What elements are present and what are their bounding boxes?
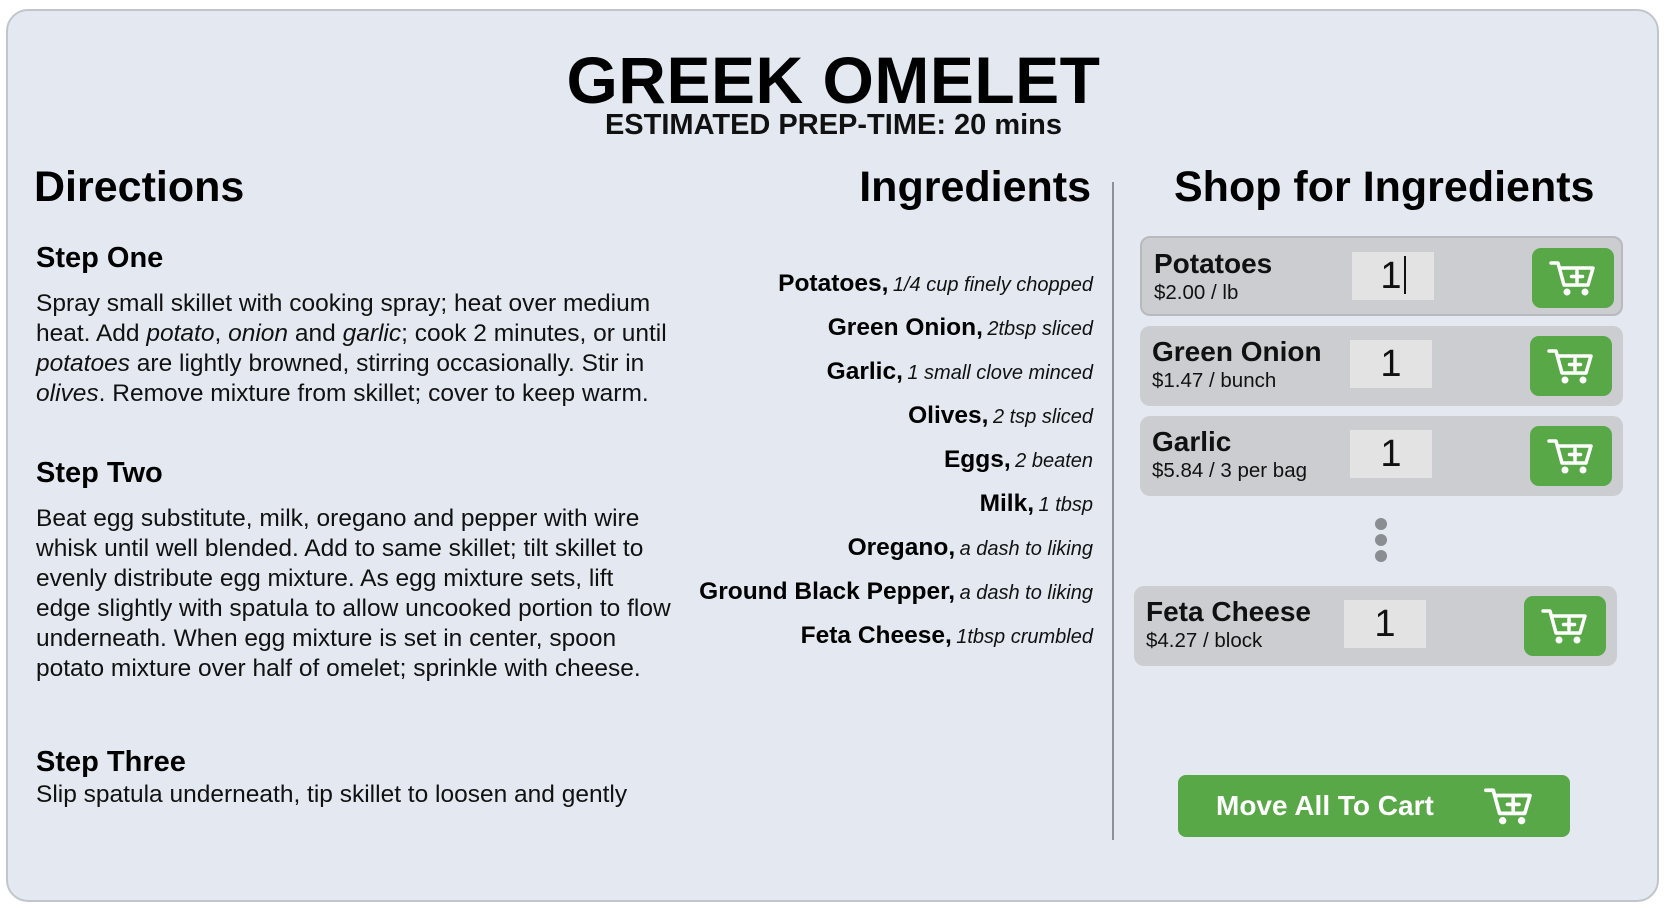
ingredient-quantity: 2tbsp sliced [987, 318, 1093, 340]
quantity-input[interactable]: 1 [1344, 600, 1426, 648]
ingredient-quantity: a dash to liking [959, 538, 1093, 560]
ingredient-quantity: 2 beaten [1015, 450, 1093, 472]
step-three-text: Slip spatula underneath, tip skillet to … [36, 781, 628, 808]
ingredient-quantity: 1 tbsp [1038, 494, 1093, 516]
prep-time: ESTIMATED PREP-TIME: 20 mins [604, 109, 1063, 141]
directions-heading: Directions [34, 163, 245, 211]
text-caret [1403, 256, 1406, 294]
list-item: Ground Black Pepper, a dash to liking [699, 576, 1093, 620]
recipe-title: GREEK OMELET [566, 43, 1101, 117]
shop-item-name: Potatoes [1154, 248, 1273, 279]
move-all-to-cart-button[interactable]: Move All To Cart [1178, 775, 1570, 837]
shop-item-price: $4.27 / block [1146, 629, 1263, 652]
ingredient-name: Garlic, [826, 358, 903, 385]
shop-item-potatoes: Potatoes $2.00 / lb 1 [1140, 236, 1623, 316]
ingredient-name: Eggs, [943, 446, 1011, 473]
step-three-title: Step Three [36, 746, 186, 778]
ingredient-name: Ground Black Pepper, [699, 578, 956, 605]
ingredient-name: Feta Cheese, [800, 622, 952, 649]
step-two-text: Beat egg substitute, milk, oregano and p… [36, 505, 671, 682]
shop-item-price: $2.00 / lb [1154, 281, 1239, 304]
add-to-cart-button[interactable] [1524, 596, 1606, 656]
ingredients-list: Potatoes, 1/4 cup finely chopped Green O… [699, 268, 1093, 664]
ingredient-name: Milk, [979, 490, 1035, 517]
shop-item-feta-cheese: Feta Cheese $4.27 / block 1 [1134, 586, 1617, 666]
step-two-title: Step Two [36, 457, 163, 489]
quantity-input[interactable]: 1 [1350, 430, 1432, 478]
list-item: Eggs, 2 beaten [699, 444, 1093, 488]
add-to-cart-button[interactable] [1530, 426, 1612, 486]
ingredient-name: Olives, [908, 402, 989, 429]
list-item: Olives, 2 tsp sliced [699, 400, 1093, 444]
ingredient-quantity: 1 small clove minced [907, 362, 1093, 384]
ingredient-name: Potatoes, [778, 270, 889, 297]
quantity-input[interactable]: 1 [1352, 252, 1434, 300]
ingredient-name: Green Onion, [827, 314, 983, 341]
shop-item-name: Feta Cheese [1146, 596, 1311, 627]
shop-item-price: $5.84 / 3 per bag [1152, 459, 1308, 482]
step-one-text: Spray small skillet with cooking spray; … [36, 290, 667, 407]
column-divider [1112, 182, 1114, 840]
list-item: Oregano, a dash to liking [699, 532, 1093, 576]
shop-item-garlic: Garlic $5.84 / 3 per bag 1 [1140, 416, 1623, 496]
ingredients-heading: Ingredients [859, 163, 1091, 211]
list-item: Milk, 1 tbsp [699, 488, 1093, 532]
shop-item-price: $1.47 / bunch [1152, 369, 1277, 392]
add-to-cart-icon [1547, 349, 1593, 384]
ingredient-name: Oregano, [847, 534, 956, 561]
quantity-input[interactable]: 1 [1350, 340, 1432, 388]
list-item: Potatoes, 1/4 cup finely chopped [699, 268, 1093, 312]
add-to-cart-icon [1549, 261, 1595, 296]
add-to-cart-button[interactable] [1532, 248, 1614, 308]
ingredient-quantity: a dash to liking [959, 582, 1093, 604]
shop-heading: Shop for Ingredients [1174, 163, 1595, 211]
add-to-cart-icon [1483, 785, 1535, 832]
add-to-cart-icon [1547, 439, 1593, 474]
shop-item-green-onion: Green Onion $1.47 / bunch 1 [1140, 326, 1623, 406]
list-item: Garlic, 1 small clove minced [699, 356, 1093, 400]
ingredient-quantity: 1/4 cup finely chopped [892, 274, 1093, 296]
list-item: Feta Cheese, 1tbsp crumbled [699, 620, 1093, 664]
ingredient-quantity: 2 tsp sliced [992, 406, 1093, 428]
add-to-cart-icon [1541, 609, 1587, 644]
shop-item-name: Garlic [1152, 426, 1232, 457]
step-one-title: Step One [36, 242, 164, 274]
ingredient-quantity: 1tbsp crumbled [956, 626, 1093, 648]
shop-item-name: Green Onion [1152, 336, 1322, 367]
move-all-label: Move All To Cart [1216, 790, 1434, 821]
vertical-ellipsis-icon [1375, 518, 1389, 566]
list-item: Green Onion, 2tbsp sliced [699, 312, 1093, 356]
add-to-cart-button[interactable] [1530, 336, 1612, 396]
